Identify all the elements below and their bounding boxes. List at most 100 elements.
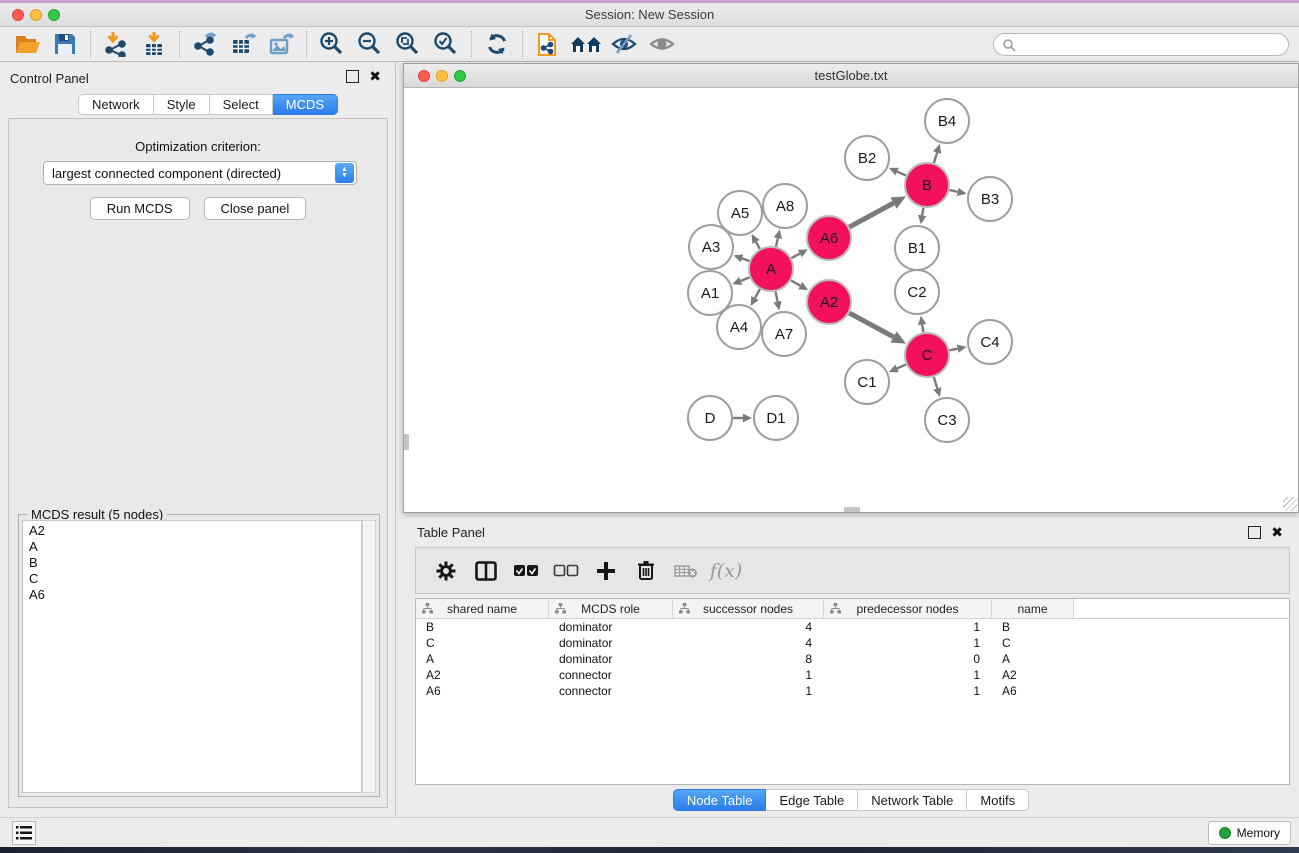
search-input[interactable] bbox=[1016, 36, 1288, 54]
tab-select[interactable]: Select bbox=[210, 94, 273, 115]
table-cell[interactable]: B bbox=[416, 619, 549, 635]
table-cell[interactable]: connector bbox=[549, 667, 673, 683]
new-network-from-file-button[interactable] bbox=[529, 29, 567, 59]
delete-column-button[interactable] bbox=[626, 554, 666, 588]
table-cell[interactable]: 1 bbox=[673, 683, 824, 699]
tab-network[interactable]: Network bbox=[78, 94, 154, 115]
table-cell[interactable]: A2 bbox=[416, 667, 549, 683]
show-all-button[interactable] bbox=[643, 29, 681, 59]
table-cell[interactable]: 4 bbox=[673, 619, 824, 635]
network-window-titlebar[interactable]: testGlobe.txt bbox=[404, 64, 1298, 88]
refresh-button[interactable] bbox=[478, 29, 516, 59]
export-network-button[interactable] bbox=[186, 29, 224, 59]
table-cell[interactable]: A bbox=[416, 651, 549, 667]
open-file-button[interactable] bbox=[8, 29, 46, 59]
column-header-successor-nodes[interactable]: successor nodes bbox=[673, 599, 824, 618]
table-cell[interactable]: dominator bbox=[549, 619, 673, 635]
zoom-selected-button[interactable] bbox=[427, 29, 465, 59]
create-column-button[interactable] bbox=[586, 554, 626, 588]
run-mcds-button[interactable]: Run MCDS bbox=[90, 197, 190, 220]
table-cell[interactable]: 8 bbox=[673, 651, 824, 667]
mcds-result-list[interactable]: A2ABCA6 bbox=[22, 520, 362, 793]
graph-edge-A-A6[interactable] bbox=[791, 254, 800, 259]
task-history-button[interactable] bbox=[12, 821, 36, 845]
table-cell[interactable]: 0 bbox=[824, 651, 992, 667]
export-image-button[interactable] bbox=[262, 29, 300, 59]
graph-edge-A-A1[interactable] bbox=[741, 277, 750, 280]
canvas-horizontal-scroll-thumb[interactable] bbox=[844, 507, 860, 512]
export-table-button[interactable] bbox=[224, 29, 262, 59]
import-network-button[interactable] bbox=[97, 29, 135, 59]
table-cell[interactable]: connector bbox=[549, 683, 673, 699]
graph-edge-B-B3[interactable] bbox=[949, 190, 957, 192]
table-cell[interactable]: C bbox=[416, 635, 549, 651]
memory-button[interactable]: Memory bbox=[1208, 821, 1291, 845]
graph-edge-C-C4[interactable] bbox=[950, 349, 958, 351]
show-column-panel-button[interactable] bbox=[466, 554, 506, 588]
table-cell[interactable]: 4 bbox=[673, 635, 824, 651]
zoom-out-button[interactable] bbox=[351, 29, 389, 59]
window-resize-grip[interactable] bbox=[1283, 497, 1297, 511]
table-cell[interactable]: B bbox=[992, 619, 1074, 635]
save-session-button[interactable] bbox=[46, 29, 84, 59]
result-list-scrollbar[interactable] bbox=[362, 520, 376, 793]
deselect-all-button[interactable] bbox=[546, 554, 586, 588]
table-cell[interactable]: 1 bbox=[673, 667, 824, 683]
mcds-result-item[interactable]: A bbox=[23, 539, 361, 555]
graph-edge-A-A8[interactable] bbox=[776, 238, 778, 246]
close-table-panel-icon[interactable]: ✖ bbox=[1271, 526, 1283, 539]
graph-edge-B-B2[interactable] bbox=[897, 172, 906, 176]
mcds-result-item[interactable]: A6 bbox=[23, 587, 361, 603]
tab-network-table[interactable]: Network Table bbox=[858, 789, 967, 811]
table-options-button[interactable] bbox=[426, 554, 466, 588]
table-cell[interactable]: dominator bbox=[549, 651, 673, 667]
graph-edge-C-C3[interactable] bbox=[934, 377, 938, 388]
table-cell[interactable]: C bbox=[992, 635, 1074, 651]
graph-edge-A-A5[interactable] bbox=[756, 242, 760, 249]
graph-edge-A-A4[interactable] bbox=[755, 289, 760, 298]
close-panel-button[interactable]: Close panel bbox=[204, 197, 307, 220]
mcds-result-item[interactable]: B bbox=[23, 555, 361, 571]
table-cell[interactable]: A6 bbox=[416, 683, 549, 699]
first-neighbors-button[interactable] bbox=[567, 29, 605, 59]
zoom-in-button[interactable] bbox=[313, 29, 351, 59]
table-row[interactable]: Cdominator41C bbox=[416, 635, 1289, 651]
graph-edge-B-B4[interactable] bbox=[934, 152, 937, 163]
table-cell[interactable]: A6 bbox=[992, 683, 1074, 699]
table-cell[interactable]: 1 bbox=[824, 619, 992, 635]
optimization-criterion-dropdown[interactable]: largest connected component (directed) ▲… bbox=[43, 161, 357, 185]
tab-mcds[interactable]: MCDS bbox=[273, 94, 338, 115]
column-header-MCDS-role[interactable]: MCDS role bbox=[549, 599, 673, 618]
canvas-vertical-scroll-thumb[interactable] bbox=[404, 434, 409, 450]
column-header-name[interactable]: name bbox=[992, 599, 1074, 618]
table-cell[interactable]: 1 bbox=[824, 667, 992, 683]
graph-edge-C-C2[interactable] bbox=[922, 325, 923, 333]
hide-selected-button[interactable] bbox=[605, 29, 643, 59]
table-cell[interactable]: 1 bbox=[824, 635, 992, 651]
tab-style[interactable]: Style bbox=[154, 94, 210, 115]
float-table-panel-icon[interactable] bbox=[1248, 526, 1261, 539]
table-row[interactable]: A2connector11A2 bbox=[416, 667, 1289, 683]
delete-table-button[interactable] bbox=[666, 554, 706, 588]
column-header-shared-name[interactable]: shared name bbox=[416, 599, 549, 618]
table-row[interactable]: Adominator80A bbox=[416, 651, 1289, 667]
float-panel-icon[interactable] bbox=[346, 70, 359, 83]
graph-edge-A2-C[interactable] bbox=[849, 313, 893, 337]
graph-edge-A6-B[interactable] bbox=[849, 203, 893, 227]
mcds-result-item[interactable]: A2 bbox=[23, 523, 361, 539]
graph-edge-B-B1[interactable] bbox=[922, 208, 923, 216]
table-cell[interactable]: dominator bbox=[549, 635, 673, 651]
graph-edge-A-A3[interactable] bbox=[742, 258, 749, 261]
table-row[interactable]: Bdominator41B bbox=[416, 619, 1289, 635]
table-cell[interactable]: A bbox=[992, 651, 1074, 667]
column-header-predecessor-nodes[interactable]: predecessor nodes bbox=[824, 599, 992, 618]
tab-node-table[interactable]: Node Table bbox=[673, 789, 767, 811]
table-cell[interactable]: A2 bbox=[992, 667, 1074, 683]
import-table-button[interactable] bbox=[135, 29, 173, 59]
search-box[interactable] bbox=[993, 33, 1289, 56]
close-panel-icon[interactable]: ✖ bbox=[369, 70, 381, 83]
graph-edge-A-A2[interactable] bbox=[791, 280, 800, 285]
network-canvas[interactable]: AA1A2A3A4A5A6A7A8BB1B2B3B4CC1C2C3C4DD1 bbox=[404, 89, 1298, 512]
mcds-result-item[interactable]: C bbox=[23, 571, 361, 587]
function-builder-button[interactable]: f(x) bbox=[706, 554, 746, 588]
